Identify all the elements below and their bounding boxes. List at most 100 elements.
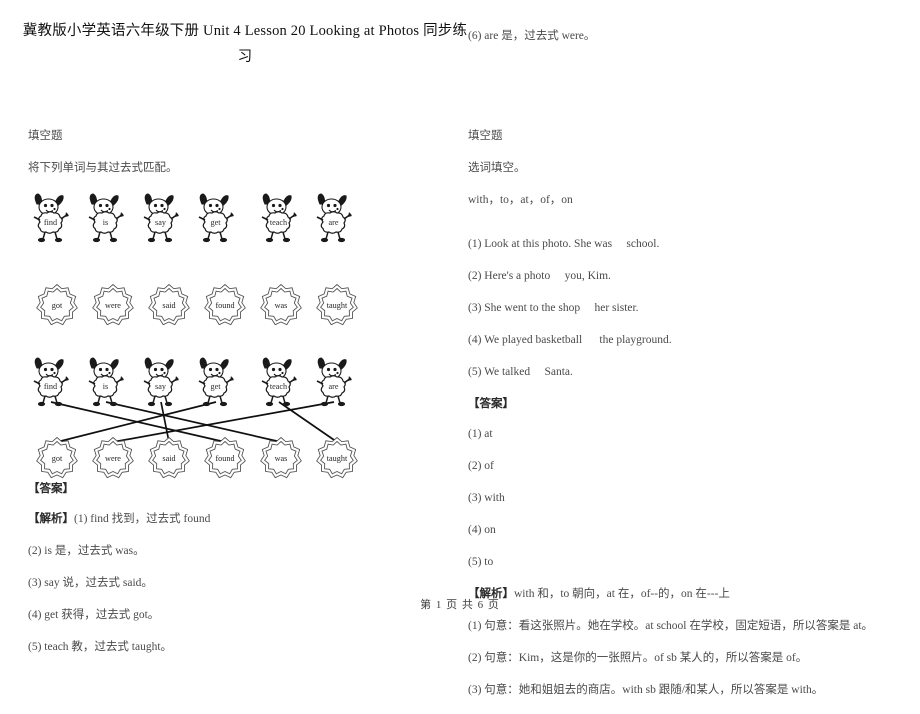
left-analysis-item-1: 【解析】(1) find 找到，过去式 found xyxy=(28,513,211,525)
svg-text:say: say xyxy=(155,218,167,227)
fill-blank-question-3: (3) She went to the shop her sister. xyxy=(468,302,639,314)
past-form-badge-taught[interactable]: taught xyxy=(314,282,360,328)
right-section-label: 填空题 xyxy=(468,130,503,142)
right-answer-item-2: (2) of xyxy=(468,460,494,472)
svg-text:said: said xyxy=(162,454,175,463)
diagram-past-badge-found[interactable]: found xyxy=(202,435,248,481)
scalloped-badge-icon: taught xyxy=(316,436,358,479)
right-instruction: 选词填空。 xyxy=(468,162,526,174)
verb-figure-teach[interactable]: teach xyxy=(256,192,302,248)
svg-text:got: got xyxy=(52,301,63,310)
svg-text:find: find xyxy=(44,382,57,391)
diagram-verb-figure-get[interactable]: get xyxy=(193,356,239,412)
svg-text:got: got xyxy=(52,454,63,463)
svg-text:taught: taught xyxy=(327,301,348,310)
verb-figure-is[interactable]: is xyxy=(83,192,129,248)
right-analysis-list: (1) 句意：看这张照片。她在学校。at school 在学校，固定短语，所以答… xyxy=(468,618,908,698)
dog-figure-icon: say xyxy=(143,193,179,243)
fill-blank-question-list: (1) Look at this photo. She was school. (… xyxy=(468,236,908,380)
right-analysis-item-2: (2) 句意：Kim，这是你的一张照片。of sb 某人的，所以答案是 of。 xyxy=(468,652,808,664)
carryover-item: (6) are 是，过去式 were。 xyxy=(468,30,596,42)
past-form-badge-was[interactable]: was xyxy=(258,282,304,328)
fill-blank-question-4: (4) We played basketball the playground. xyxy=(468,334,672,346)
left-instruction: 将下列单词与其过去式匹配。 xyxy=(28,162,178,174)
scalloped-badge-icon: was xyxy=(260,436,302,479)
verb-figure-find[interactable]: find xyxy=(28,192,74,248)
svg-text:are: are xyxy=(329,382,339,391)
diagram-past-badge-were[interactable]: were xyxy=(90,435,136,481)
svg-text:is: is xyxy=(103,218,108,227)
left-analysis-item-3: (3) say 说，过去式 said。 xyxy=(28,577,153,589)
word-bank: with，to，at，of，on xyxy=(468,194,573,206)
diagram-past-badge-got[interactable]: got xyxy=(34,435,80,481)
fill-blank-question-5: (5) We talked Santa. xyxy=(468,366,573,378)
page-footer: 第 1 页 共 6 页 xyxy=(420,599,500,611)
svg-text:found: found xyxy=(215,301,234,310)
worksheet-page: 冀教版小学英语六年级下册 Unit 4 Lesson 20 Looking at… xyxy=(0,0,920,696)
right-analysis-item-3: (3) 句意：她和姐姐去的商店。with sb 跟随/和某人，所以答案是 wit… xyxy=(468,684,824,696)
dog-figure-icon: are xyxy=(316,193,352,243)
scalloped-badge-icon: got xyxy=(36,436,78,479)
left-analysis-list: 【解析】(1) find 找到，过去式 found (2) is 是，过去式 wa… xyxy=(28,511,448,655)
svg-text:is: is xyxy=(103,382,108,391)
fill-blank-question-2: (2) Here's a photo you, Kim. xyxy=(468,270,611,282)
left-column: 填空题 将下列单词与其过去式匹配。 find is say get teach … xyxy=(28,128,448,671)
svg-text:taught: taught xyxy=(327,454,348,463)
svg-text:say: say xyxy=(155,382,167,391)
dog-figure-icon: get xyxy=(198,357,234,407)
svg-text:teach: teach xyxy=(270,218,287,227)
verb-figure-get[interactable]: get xyxy=(193,192,239,248)
scalloped-badge-icon: said xyxy=(148,283,190,326)
right-answer-item-5: (5) to xyxy=(468,556,494,568)
dog-figure-icon: say xyxy=(143,357,179,407)
scalloped-badge-icon: were xyxy=(92,436,134,479)
svg-text:find: find xyxy=(44,218,57,227)
verb-figure-say[interactable]: say xyxy=(138,192,184,248)
scalloped-badge-icon: taught xyxy=(316,283,358,326)
right-answer-item-4: (4) on xyxy=(468,524,496,536)
past-form-badge-got[interactable]: got xyxy=(34,282,80,328)
diagram-verb-figure-is[interactable]: is xyxy=(83,356,129,412)
page-title: 冀教版小学英语六年级下册 Unit 4 Lesson 20 Looking at… xyxy=(22,23,468,65)
svg-text:found: found xyxy=(215,454,234,463)
diagram-verb-figure-teach[interactable]: teach xyxy=(256,356,302,412)
dog-figure-icon: find xyxy=(33,357,69,407)
svg-text:were: were xyxy=(105,454,121,463)
left-analysis-item-2: (2) is 是，过去式 was。 xyxy=(28,545,145,557)
dog-figure-icon: find xyxy=(33,193,69,243)
past-form-badge-were[interactable]: were xyxy=(90,282,136,328)
svg-text:get: get xyxy=(210,382,221,391)
scalloped-badge-icon: got xyxy=(36,283,78,326)
past-form-badge-row: got were said found was taught xyxy=(28,282,448,330)
right-answer-item-1: (1) at xyxy=(468,428,493,440)
verb-figure-row: find is say get teach are xyxy=(28,192,448,248)
svg-text:were: were xyxy=(105,301,121,310)
scalloped-badge-icon: found xyxy=(204,283,246,326)
svg-text:teach: teach xyxy=(270,382,287,391)
matching-answer-diagram: find is say get teach are got were said … xyxy=(28,356,358,481)
svg-text:was: was xyxy=(275,454,288,463)
diagram-past-badge-was[interactable]: was xyxy=(258,435,304,481)
dog-figure-icon: get xyxy=(198,193,234,243)
left-analysis-item-label: 【解析】 xyxy=(28,513,74,525)
left-answer-label: 【答案】 xyxy=(28,483,74,495)
svg-text:get: get xyxy=(210,218,221,227)
diagram-past-badge-said[interactable]: said xyxy=(146,435,192,481)
past-form-badge-said[interactable]: said xyxy=(146,282,192,328)
dog-figure-icon: teach xyxy=(261,357,297,407)
left-section-label: 填空题 xyxy=(28,130,63,142)
verb-figure-are[interactable]: are xyxy=(311,192,357,248)
scalloped-badge-icon: said xyxy=(148,436,190,479)
diagram-verb-figure-say[interactable]: say xyxy=(138,356,184,412)
diagram-verb-figure-are[interactable]: are xyxy=(311,356,357,412)
scalloped-badge-icon: were xyxy=(92,283,134,326)
dog-figure-icon: teach xyxy=(261,193,297,243)
diagram-past-badge-taught[interactable]: taught xyxy=(314,435,360,481)
scalloped-badge-icon: was xyxy=(260,283,302,326)
left-analysis-item-5: (5) teach 教，过去式 taught。 xyxy=(28,641,173,653)
svg-text:was: was xyxy=(275,301,288,310)
svg-text:said: said xyxy=(162,301,175,310)
diagram-verb-figure-find[interactable]: find xyxy=(28,356,74,412)
past-form-badge-found[interactable]: found xyxy=(202,282,248,328)
right-answer-item-3: (3) with xyxy=(468,492,505,504)
